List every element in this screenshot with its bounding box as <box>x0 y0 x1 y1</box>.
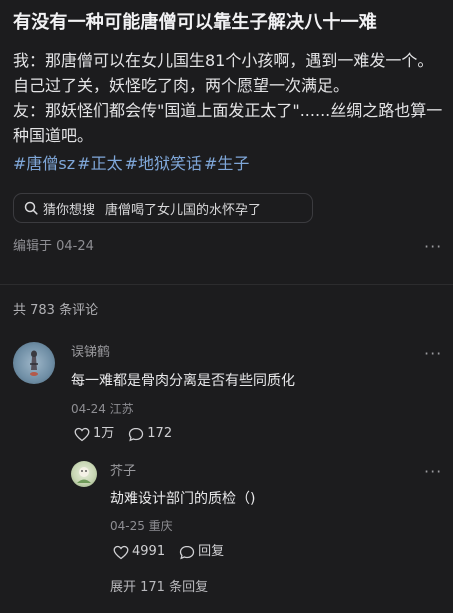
avatar-figure-icon <box>30 350 38 376</box>
section-divider <box>0 284 453 285</box>
reply-count: 172 <box>147 426 173 441</box>
comment-text: 每一难都是骨肉分离是否有些同质化 <box>71 373 295 389</box>
comment-bubble-icon <box>179 545 195 559</box>
post-page: 有没有一种可能唐僧可以靠生子解决八十一难 我：那唐僧可以在女儿国生81个小孩啊，… <box>0 0 453 613</box>
comment-bubble-icon <box>129 427 144 441</box>
search-icon <box>24 201 38 215</box>
reply-meta: 04-25 重庆 <box>110 519 173 533</box>
post-more-icon[interactable]: ··· <box>424 239 442 255</box>
comment-actions: 1万 172 <box>74 425 186 443</box>
heart-icon <box>74 427 90 441</box>
post-tags: #唐僧sz #正太 #地狱笑话 #生子 <box>13 152 251 176</box>
reply-avatar[interactable] <box>71 461 97 487</box>
post-body-line: 友：那妖怪们都会传"国道上面发正太了"......丝绸之路也算一种国道吧。 <box>13 101 443 145</box>
tag-link[interactable]: #生子 <box>204 154 249 173</box>
reply-label: 回复 <box>198 544 225 559</box>
avatar[interactable] <box>13 342 55 384</box>
avatar-figure-icon <box>77 467 91 483</box>
reply-reply-button[interactable]: 回复 <box>179 543 224 561</box>
tag-link[interactable]: #唐僧sz <box>13 154 75 173</box>
post-body-line: 我：那唐僧可以在女儿国生81个小孩啊，遇到一难发一个。自己过了关，妖怪吃了肉，两… <box>13 51 434 95</box>
post-title: 有没有一种可能唐僧可以靠生子解决八十一难 <box>13 12 377 33</box>
comment-username[interactable]: 误锑鹤 <box>71 344 110 362</box>
like-count: 1万 <box>93 426 115 441</box>
search-suggestion-chip[interactable]: 猜你想搜 唐僧喝了女儿国的水怀孕了 <box>13 193 313 223</box>
reply-button[interactable]: 172 <box>128 425 172 443</box>
edited-timestamp: 编辑于 04-24 <box>13 239 94 254</box>
reply-username[interactable]: 芥子 <box>110 463 136 481</box>
search-suggestion-query: 唐僧喝了女儿国的水怀孕了 <box>105 202 262 218</box>
search-hint-label: 猜你想搜 <box>43 202 96 218</box>
heart-icon <box>113 545 129 559</box>
reply-more-icon[interactable]: ··· <box>424 464 442 480</box>
like-button[interactable]: 1万 <box>74 425 114 443</box>
reply-like-count: 4991 <box>132 544 166 559</box>
comment-count: 共 783 条评论 <box>13 303 99 318</box>
reply-actions: 4991 回复 <box>113 543 238 561</box>
tag-link[interactable]: #正太 <box>77 154 122 173</box>
tag-link[interactable]: #地狱笑话 <box>125 154 202 173</box>
expand-replies-link[interactable]: 展开 171 条回复 <box>110 579 208 597</box>
post-body: 我：那唐僧可以在女儿国生81个小孩啊，遇到一难发一个。自己过了关，妖怪吃了肉，两… <box>13 48 445 148</box>
reply-text: 劫难设计部门的质检（) <box>110 491 256 507</box>
comment-more-icon[interactable]: ··· <box>424 346 442 362</box>
comment-meta: 04-24 江苏 <box>71 402 134 416</box>
reply-like-button[interactable]: 4991 <box>113 543 165 561</box>
